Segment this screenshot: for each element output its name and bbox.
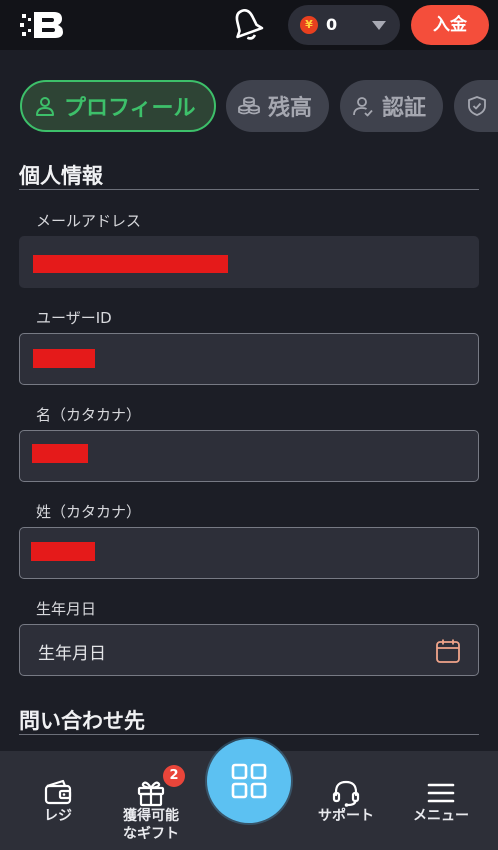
account-tabs: プロフィール 残高 認証 bbox=[0, 80, 498, 134]
caret-down-icon bbox=[372, 21, 386, 30]
user-id-field[interactable] bbox=[19, 333, 479, 385]
birthdate-placeholder: 生年月日 bbox=[38, 644, 106, 664]
yen-coin-icon: ¥ bbox=[300, 16, 318, 34]
nav-gifts[interactable]: 2 獲得可能 なギフト bbox=[105, 751, 197, 850]
nav-register[interactable]: レジ bbox=[18, 751, 98, 850]
section-title-contact: 問い合わせ先 bbox=[19, 709, 145, 733]
nav-label: レジ bbox=[44, 808, 72, 824]
nav-support[interactable]: サポート bbox=[306, 751, 386, 850]
email-label: メールアドレス bbox=[36, 212, 142, 230]
grid-icon bbox=[231, 763, 267, 799]
id-check-icon bbox=[353, 97, 373, 117]
redacted-value bbox=[33, 255, 228, 273]
gift-count-badge: 2 bbox=[163, 765, 185, 787]
tab-label: 残高 bbox=[268, 96, 313, 121]
nav-label-line1: 獲得可能 bbox=[123, 808, 179, 824]
brand-logo[interactable] bbox=[20, 8, 66, 42]
birthdate-label: 生年月日 bbox=[36, 600, 97, 618]
last-name-label: 姓（カタカナ） bbox=[36, 503, 142, 521]
user-icon bbox=[36, 97, 54, 116]
nav-menu[interactable]: メニュー bbox=[401, 751, 481, 850]
headset-icon bbox=[332, 780, 360, 807]
deposit-button[interactable]: 入金 bbox=[411, 5, 489, 45]
redacted-value bbox=[31, 542, 95, 561]
gift-icon bbox=[137, 781, 165, 807]
nav-label: サポート bbox=[318, 808, 374, 824]
tab-label: 認証 bbox=[382, 96, 427, 121]
tab-profile[interactable]: プロフィール bbox=[20, 80, 216, 132]
first-name-field[interactable] bbox=[19, 430, 479, 482]
tab-security[interactable] bbox=[454, 80, 498, 132]
birthdate-field[interactable]: 生年月日 bbox=[19, 624, 479, 676]
bell-icon[interactable] bbox=[227, 6, 267, 44]
wallet-icon bbox=[44, 779, 72, 805]
nav-label-line2: なギフト bbox=[123, 826, 179, 842]
nav-label: 獲得可能 なギフト bbox=[105, 807, 197, 843]
divider bbox=[19, 189, 479, 190]
tab-balance[interactable]: 残高 bbox=[226, 80, 329, 132]
tab-verification[interactable]: 認証 bbox=[340, 80, 443, 132]
redacted-value bbox=[33, 349, 95, 368]
balance-amount: 0 bbox=[326, 15, 338, 34]
redacted-value bbox=[32, 444, 88, 463]
home-grid-button[interactable] bbox=[207, 739, 291, 823]
email-field[interactable] bbox=[19, 236, 479, 288]
user-id-label: ユーザーID bbox=[36, 309, 112, 327]
shield-icon bbox=[468, 96, 486, 116]
divider bbox=[19, 734, 479, 735]
top-header: ¥ 0 入金 bbox=[0, 0, 498, 50]
section-title-personal-info: 個人情報 bbox=[19, 164, 103, 188]
balance-selector[interactable]: ¥ 0 bbox=[288, 5, 400, 45]
tab-label: プロフィール bbox=[64, 96, 196, 121]
first-name-label: 名（カタカナ） bbox=[36, 406, 142, 424]
last-name-field[interactable] bbox=[19, 527, 479, 579]
menu-icon bbox=[427, 783, 455, 803]
nav-label: メニュー bbox=[413, 808, 469, 824]
calendar-icon[interactable] bbox=[435, 638, 461, 664]
coins-icon bbox=[238, 96, 260, 115]
